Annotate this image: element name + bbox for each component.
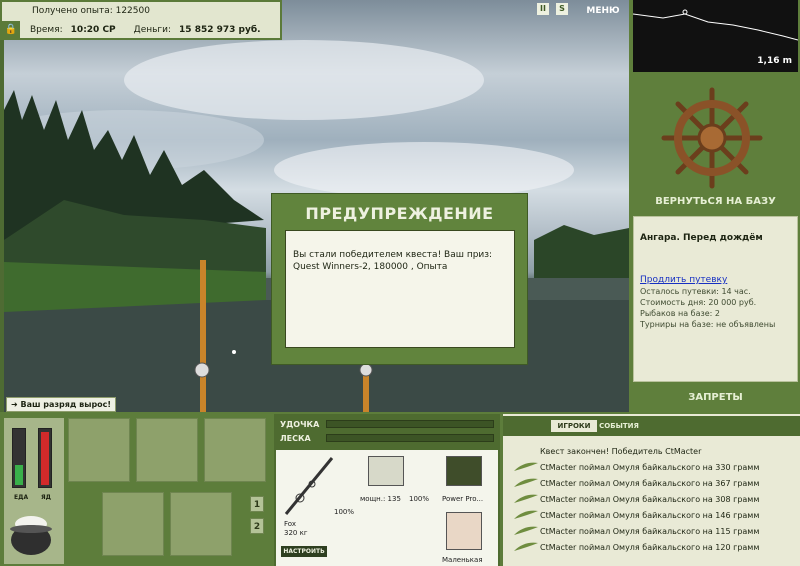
event-text: CtMacter поймал Омуля байкальского на 33… xyxy=(540,462,760,472)
menu-button[interactable]: МЕНЮ xyxy=(580,0,626,18)
fish-icon xyxy=(514,478,538,487)
tab-players[interactable]: ИГРОКИ xyxy=(551,420,597,432)
extend-permit-link[interactable]: Продлить путевку xyxy=(640,275,791,285)
warning-dialog: ПРЕДУПРЕЖДЕНИЕ Вы стали победителем квес… xyxy=(271,193,528,365)
quest-finished-text: Квест закончен! Победитель CtMacter xyxy=(540,446,702,456)
inventory-grid: 1 2 xyxy=(68,418,270,564)
event-row: CtMacter поймал Омуля байкальского на 11… xyxy=(512,523,798,539)
time-label: Время: xyxy=(30,24,63,35)
pause-icon[interactable]: II xyxy=(537,3,549,15)
food-meter xyxy=(12,428,26,488)
day-cost: Стоимость дня: 20 000 руб. xyxy=(640,298,757,307)
reel-icon[interactable] xyxy=(368,456,404,486)
dialog-title: ПРЕДУПРЕЖДЕНИЕ xyxy=(305,204,494,223)
event-row: CtMacter поймал Омуля байкальского на 12… xyxy=(512,539,798,555)
cauldron-icon[interactable] xyxy=(6,512,56,558)
rod-tension-bar xyxy=(326,420,494,428)
reel-percent: 100% xyxy=(409,495,430,503)
rod-label: УДОЧКА xyxy=(280,420,320,429)
rank-up-notice[interactable]: ➜ Ваш разряд вырос! xyxy=(6,397,117,412)
event-text: CtMacter поймал Омуля байкальского на 14… xyxy=(540,510,760,520)
money-label: Деньги: xyxy=(133,24,172,35)
bait-icon[interactable] xyxy=(446,512,482,550)
event-row: CtMacter поймал Омуля байкальского на 30… xyxy=(512,491,798,507)
bans-button[interactable]: ЗАПРЕТЫ xyxy=(633,392,798,406)
rank-message: Ваш разряд вырос! xyxy=(20,400,112,409)
event-text: CtMacter поймал Омуля байкальского на 36… xyxy=(540,478,760,488)
sound-icon[interactable]: S xyxy=(556,3,568,15)
fish-icon xyxy=(514,494,538,503)
event-text: CtMacter поймал Омуля байкальского на 11… xyxy=(540,526,760,536)
reel-name: мощн.: 135 xyxy=(360,495,401,503)
rod-percent: 100% xyxy=(334,508,355,516)
basket-slot[interactable] xyxy=(102,492,164,556)
depth-value: 1,16 m xyxy=(757,56,792,66)
anglers-count: Рыбаков на базе: 2 xyxy=(640,309,720,318)
bait-bag-slot[interactable] xyxy=(136,418,198,482)
health-meter xyxy=(38,428,52,488)
rod-icon[interactable] xyxy=(280,454,336,518)
tackle-box-slot[interactable] xyxy=(68,418,130,482)
event-row: CtMacter поймал Омуля байкальского на 14… xyxy=(512,507,798,523)
experience-text: Получено опыта: 122500 xyxy=(32,6,150,16)
event-row: CtMacter поймал Омуля байкальского на 33… xyxy=(512,459,798,475)
event-text: CtMacter поймал Омуля байкальского на 12… xyxy=(540,542,760,552)
setup-button[interactable]: НАСТРОИТЬ xyxy=(281,546,327,557)
bait-name: Маленькая xyxy=(442,556,483,564)
bucket-slot[interactable] xyxy=(170,492,232,556)
fish-icon xyxy=(514,542,538,551)
hud-bar: Получено опыта: 122500 🔒 Время: 10:20 СР… xyxy=(0,0,282,40)
return-to-base-button[interactable]: ВЕРНУТЬСЯ НА БАЗУ xyxy=(633,196,798,210)
money-value: 15 852 973 руб. xyxy=(179,24,261,35)
depth-profile: 1,16 m xyxy=(632,0,799,72)
food-label: ЕДА xyxy=(14,494,29,501)
fish-icon xyxy=(514,510,538,519)
dialog-message: Вы стали победителем квеста! Ваш приз: Q… xyxy=(285,230,515,348)
time-value: 10:20 СР xyxy=(70,24,116,35)
ship-wheel-icon[interactable] xyxy=(650,86,774,190)
line-label: ЛЕСКА xyxy=(280,434,311,443)
rod-weight: 320 кг xyxy=(284,529,308,537)
line-tension-bar xyxy=(326,434,494,442)
page-1-button[interactable]: 1 xyxy=(250,496,264,512)
fish-icon xyxy=(514,526,538,535)
line-spool-icon[interactable] xyxy=(446,456,482,486)
event-text: CtMacter поймал Омуля байкальского на 30… xyxy=(540,494,760,504)
event-header: Квест закончен! Победитель CtMacter xyxy=(512,443,798,459)
rod-name: Fox xyxy=(284,520,296,528)
lock-icon[interactable]: 🔒 xyxy=(2,21,20,38)
map-slot[interactable] xyxy=(204,418,266,482)
page-2-button[interactable]: 2 xyxy=(250,518,264,534)
base-info: Ангара. Перед дождём Продлить путевку Ос… xyxy=(633,216,798,382)
tab-events[interactable]: СОБЫТИЯ xyxy=(599,420,639,432)
events-tabs: ИГРОКИ СОБЫТИЯ xyxy=(503,416,800,436)
line-name: Power Pro... xyxy=(442,495,484,503)
fish-icon xyxy=(514,462,538,471)
location-name: Ангара. Перед дождём xyxy=(640,233,763,243)
health-label: ЯД xyxy=(41,494,51,501)
permit-remaining: Осталось путевки: 14 час. xyxy=(640,287,751,296)
arrow-right-icon: ➜ xyxy=(11,400,21,409)
event-row: CtMacter поймал Омуля байкальского на 36… xyxy=(512,475,798,491)
tournaments: Турниры на базе: не объявлены xyxy=(640,320,776,329)
